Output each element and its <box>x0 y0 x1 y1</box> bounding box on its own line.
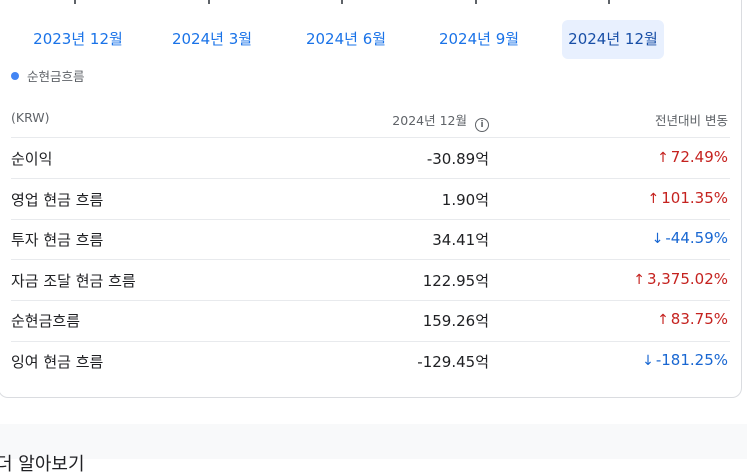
info-icon[interactable]: i <box>475 118 489 132</box>
row-value: 159.26억 <box>422 312 489 331</box>
arrow-up-icon: ↑ <box>633 271 645 288</box>
row-label: 투자 현금 흐름 <box>11 231 104 250</box>
table-row: 잉여 현금 흐름 -129.45억 ↓ -181.25% <box>0 341 747 381</box>
timeline-tick <box>341 0 343 4</box>
row-value: -129.45억 <box>417 353 489 371</box>
header-unit: (KRW) <box>11 110 50 125</box>
header-change: 전년대비 변동 <box>655 113 728 128</box>
legend-dot <box>11 71 19 80</box>
row-value: 1.90억 <box>441 190 489 209</box>
row-label: 영업 현금 흐름 <box>11 190 104 209</box>
next-section-title: 더 알아보기 <box>0 454 85 475</box>
arrow-up-icon: ↑ <box>657 312 669 329</box>
row-change: ↑ 101.35% <box>648 189 728 207</box>
arrow-up-icon: ↑ <box>647 190 660 207</box>
row-change-value: 3,375.02% <box>646 269 728 288</box>
row-change-value: -44.59% <box>665 229 728 248</box>
table-row: 영업 현금 흐름 1.90억 ↑ 101.35% <box>0 179 747 219</box>
table-row: 투자 현금 흐름 34.41억 ↓ -44.59% <box>0 219 747 259</box>
row-change-value: -181.25% <box>655 351 728 369</box>
row-value: -30.89억 <box>426 150 489 168</box>
timeline-tick <box>208 0 210 4</box>
table-row: 순이익 -30.89억 ↑ 72.49% <box>0 138 747 178</box>
row-label: 자금 조달 현금 흐름 <box>11 271 136 290</box>
table-row: 자금 조달 현금 흐름 122.95억 ↑ 3,375.02% <box>0 260 747 300</box>
header-period: 2024년 12월 i <box>392 110 489 132</box>
arrow-down-icon: ↓ <box>651 231 664 248</box>
period-tab-2024-03[interactable]: 2024년 3월 <box>156 20 268 59</box>
row-label: 순현금흐름 <box>11 312 81 331</box>
arrow-down-icon: ↓ <box>642 353 654 369</box>
timeline-tick <box>74 0 76 4</box>
period-tab-2024-09[interactable]: 2024년 9월 <box>423 20 535 59</box>
header-period-label: 2024년 12월 <box>392 113 467 128</box>
row-change: ↓ -181.25% <box>642 351 728 369</box>
row-value: 34.41억 <box>432 231 489 250</box>
row-value: 122.95억 <box>422 271 489 290</box>
row-change: ↓ -44.59% <box>652 229 728 247</box>
timeline-tick <box>608 0 610 4</box>
period-tab-2023-12[interactable]: 2023년 12월 <box>22 20 134 59</box>
row-change-value: 72.49% <box>670 148 728 166</box>
table-row: 순현금흐름 159.26억 ↑ 83.75% <box>0 300 747 340</box>
legend-label: 순현금흐름 <box>27 69 85 84</box>
row-change-value: 101.35% <box>661 188 728 207</box>
row-change-value: 83.75% <box>670 310 728 329</box>
arrow-up-icon: ↑ <box>657 150 669 166</box>
period-tab-2024-12[interactable]: 2024년 12월 <box>562 20 664 59</box>
next-section <box>0 424 747 459</box>
row-change: ↑ 72.49% <box>657 148 728 166</box>
period-tab-2024-06[interactable]: 2024년 6월 <box>290 20 402 59</box>
row-label: 순이익 <box>11 150 53 168</box>
row-change: ↑ 3,375.02% <box>633 270 728 288</box>
row-label: 잉여 현금 흐름 <box>11 353 104 371</box>
row-change: ↑ 83.75% <box>657 310 728 328</box>
chart-legend: 순현금흐름 <box>11 66 85 85</box>
timeline-tick <box>475 0 477 4</box>
